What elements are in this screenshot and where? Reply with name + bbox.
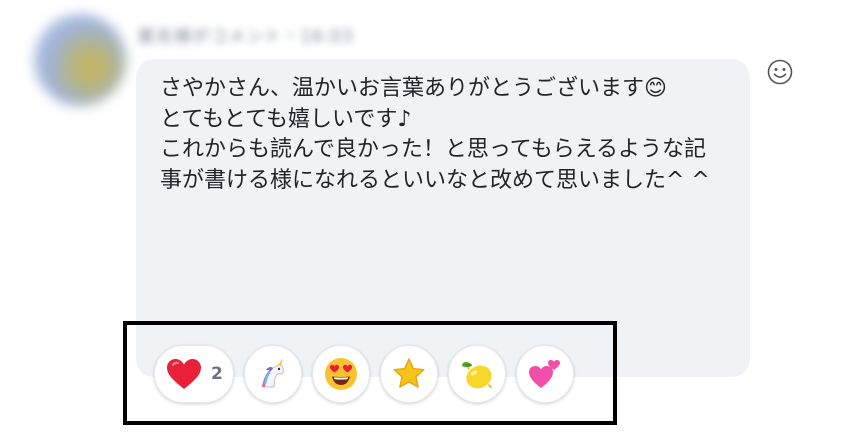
add-reaction-button[interactable] xyxy=(765,57,795,87)
message-text: さやかさん、温かいお言葉ありがとうございます😊 とてもとても嬉しいです♪ これか… xyxy=(160,76,710,193)
avatar[interactable] xyxy=(34,14,126,106)
reaction-highlight-box xyxy=(123,321,617,425)
comment-author-meta: 匿名様がコメント・16:03 xyxy=(138,27,354,47)
smiley-icon xyxy=(767,59,793,85)
